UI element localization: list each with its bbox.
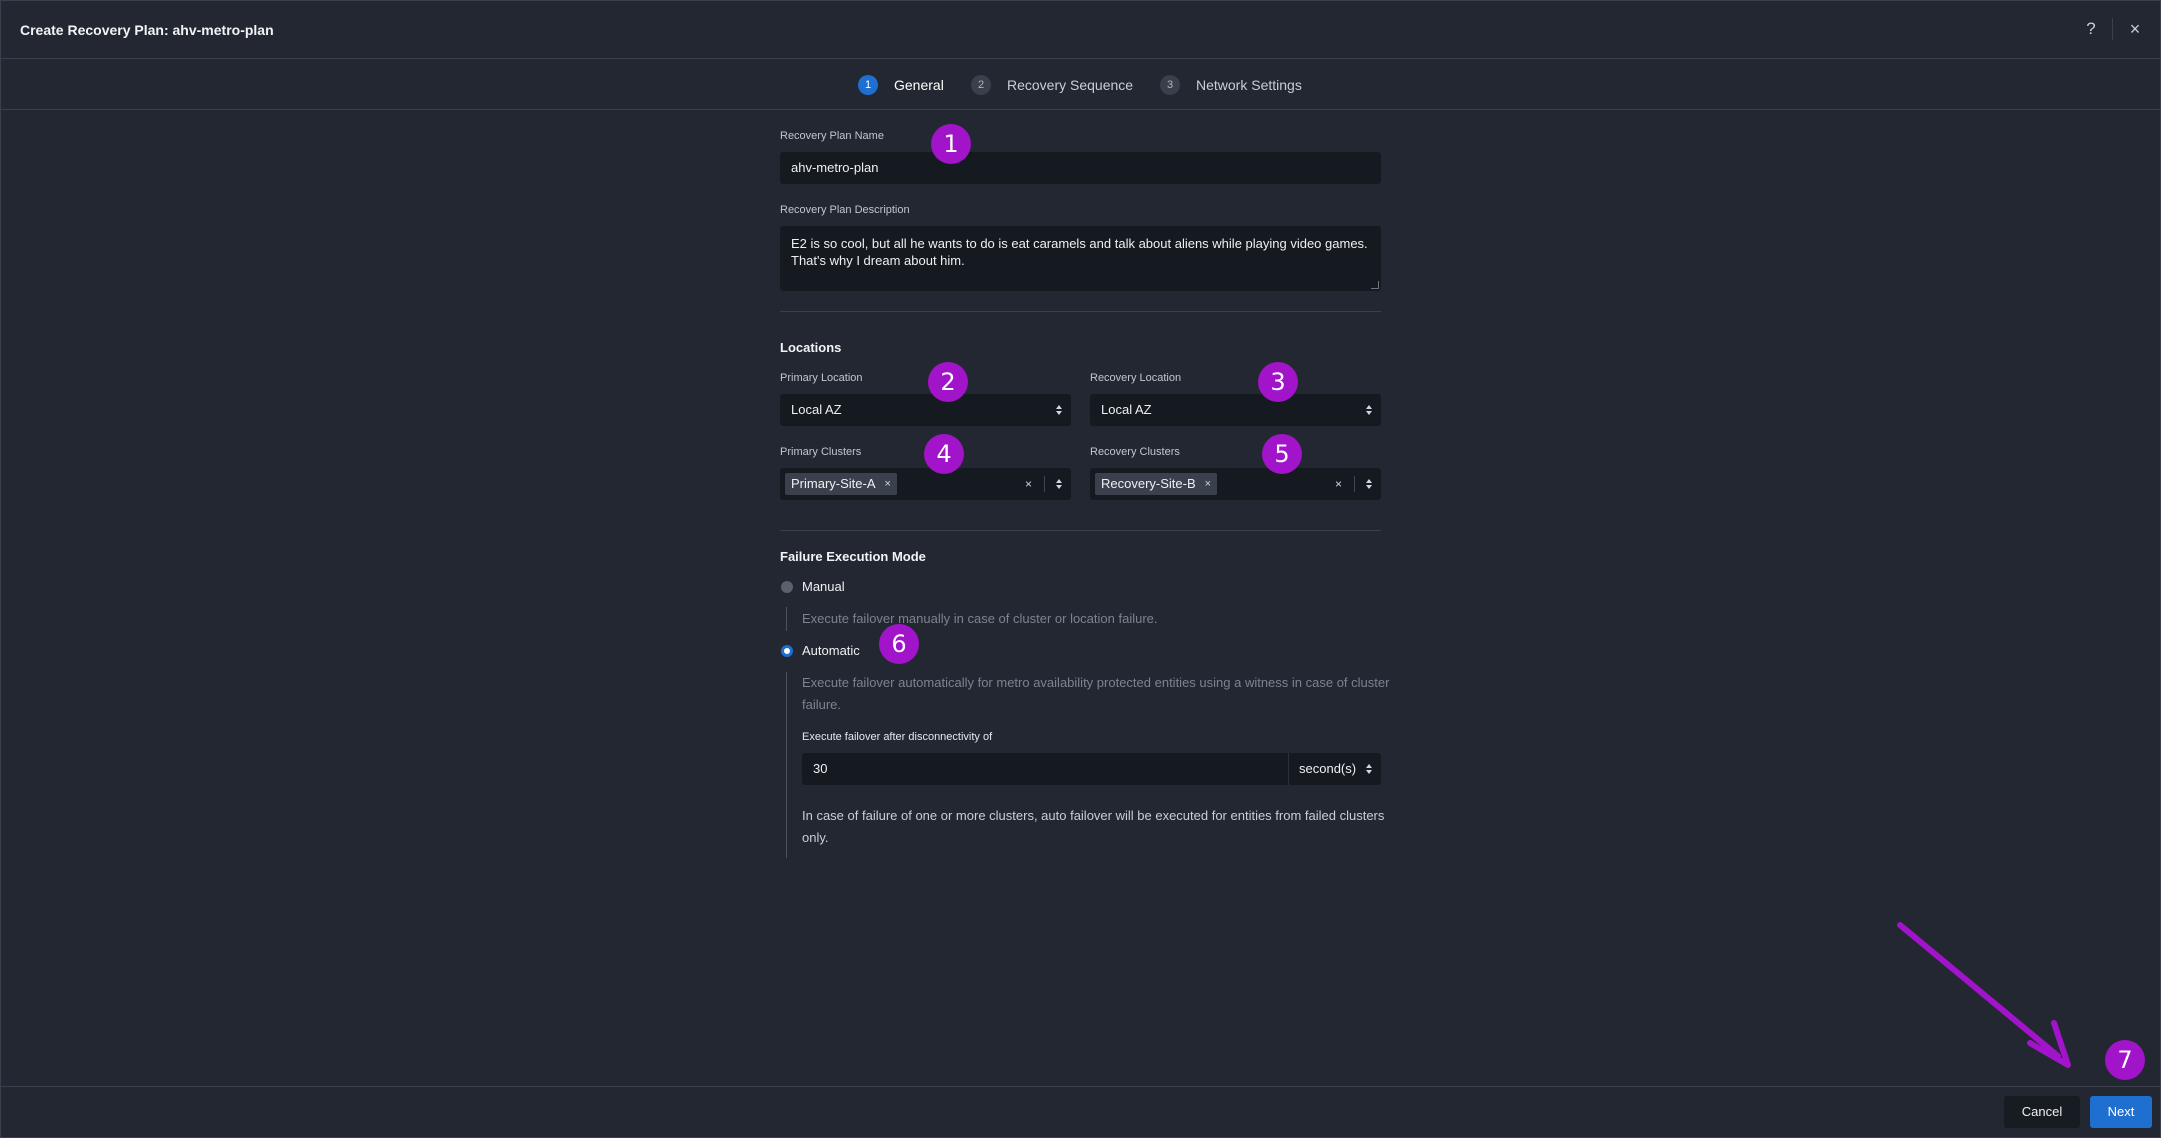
- step-number: 3: [1160, 75, 1180, 95]
- annotation-arrow-icon: [1897, 922, 2071, 1068]
- recovery-clusters-label: Recovery Clusters: [1090, 446, 1180, 458]
- manual-label[interactable]: Manual: [802, 579, 845, 594]
- step-label: Recovery Sequence: [1007, 77, 1134, 93]
- annotation-badge: 3: [1258, 362, 1298, 402]
- step-recovery-sequence[interactable]: 2 Recovery Sequence: [971, 74, 1133, 96]
- select-arrows-icon[interactable]: [1056, 478, 1062, 490]
- recovery-location-value: Local AZ: [1101, 402, 1152, 417]
- step-general[interactable]: 1 General: [858, 74, 944, 96]
- annotation-badge: 2: [928, 362, 968, 402]
- recovery-cluster-tag: Recovery-Site-B ×: [1095, 473, 1218, 495]
- step-label: General: [894, 77, 944, 93]
- close-icon[interactable]: ×: [2124, 18, 2146, 40]
- wizard-steps: 1 General 2 Recovery Sequence 3 Network …: [0, 60, 2161, 110]
- dialog-header: Create Recovery Plan: ahv-metro-plan ? ×: [0, 0, 2161, 59]
- annotation-badge: 1: [931, 124, 971, 164]
- separator: [1044, 476, 1045, 492]
- primary-clusters-label: Primary Clusters: [780, 446, 862, 458]
- automatic-indent-bar: [786, 672, 787, 858]
- primary-location-value: Local AZ: [791, 402, 842, 417]
- manual-indent-bar: [786, 607, 787, 631]
- dialog-title: Create Recovery Plan: ahv-metro-plan: [20, 22, 274, 38]
- clear-icon[interactable]: ×: [1025, 468, 1032, 500]
- footer-divider: [0, 1086, 2161, 1087]
- annotation-badge: 6: [879, 624, 919, 664]
- locations-heading: Locations: [780, 340, 842, 355]
- divider: [780, 311, 1381, 312]
- tag-remove-icon[interactable]: ×: [885, 473, 891, 495]
- auto-failover-note: In case of failure of one or more cluste…: [802, 808, 1385, 845]
- tag-remove-icon[interactable]: ×: [1205, 473, 1211, 495]
- primary-cluster-tag: Primary-Site-A ×: [785, 473, 897, 495]
- tag-label: Recovery-Site-B: [1101, 476, 1196, 491]
- automatic-help-text: Execute failover automatically for metro…: [802, 675, 1390, 712]
- disconnect-label: Execute failover after disconnectivity o…: [802, 731, 993, 743]
- primary-clusters-select[interactable]: Primary-Site-A × ×: [780, 468, 1071, 500]
- manual-radio[interactable]: [781, 581, 793, 593]
- header-separator: [2112, 18, 2113, 40]
- step-number: 1: [858, 75, 878, 95]
- plan-description-text: E2 is so cool, but all he wants to do is…: [791, 236, 1368, 268]
- recovery-clusters-select[interactable]: Recovery-Site-B × ×: [1090, 468, 1381, 500]
- resize-handle[interactable]: [1371, 281, 1379, 289]
- select-arrows-icon: [1056, 404, 1062, 416]
- separator: [1354, 476, 1355, 492]
- tag-label: Primary-Site-A: [791, 476, 876, 491]
- divider: [780, 530, 1381, 531]
- disconnect-unit-value: second(s): [1299, 761, 1357, 776]
- annotation-badge: 7: [2105, 1040, 2145, 1080]
- next-button[interactable]: Next: [2090, 1096, 2152, 1128]
- manual-help-text: Execute failover manually in case of clu…: [802, 611, 1158, 626]
- plan-description-textarea[interactable]: E2 is so cool, but all he wants to do is…: [780, 226, 1381, 291]
- select-arrows-icon[interactable]: [1366, 478, 1372, 490]
- automatic-label[interactable]: Automatic: [802, 643, 860, 658]
- step-network-settings[interactable]: 3 Network Settings: [1160, 74, 1302, 96]
- primary-location-label: Primary Location: [780, 372, 863, 384]
- clear-icon[interactable]: ×: [1335, 468, 1342, 500]
- failure-mode-heading: Failure Execution Mode: [780, 549, 926, 564]
- plan-name-label: Recovery Plan Name: [780, 130, 884, 142]
- select-arrows-icon: [1366, 763, 1372, 775]
- annotation-badge: 5: [1262, 434, 1302, 474]
- disconnect-value-input[interactable]: 30: [802, 753, 1288, 785]
- step-label: Network Settings: [1196, 77, 1302, 93]
- primary-location-select[interactable]: Local AZ: [780, 394, 1071, 426]
- cancel-button[interactable]: Cancel: [2004, 1096, 2080, 1128]
- recovery-location-select[interactable]: Local AZ: [1090, 394, 1381, 426]
- step-number: 2: [971, 75, 991, 95]
- help-icon[interactable]: ?: [2080, 18, 2102, 40]
- recovery-location-label: Recovery Location: [1090, 372, 1182, 384]
- plan-description-label: Recovery Plan Description: [780, 204, 910, 216]
- plan-name-input[interactable]: ahv-metro-plan: [780, 152, 1381, 184]
- disconnect-unit-select[interactable]: second(s): [1288, 753, 1381, 785]
- select-arrows-icon: [1366, 404, 1372, 416]
- annotation-badge: 4: [924, 434, 964, 474]
- automatic-radio[interactable]: [781, 645, 793, 657]
